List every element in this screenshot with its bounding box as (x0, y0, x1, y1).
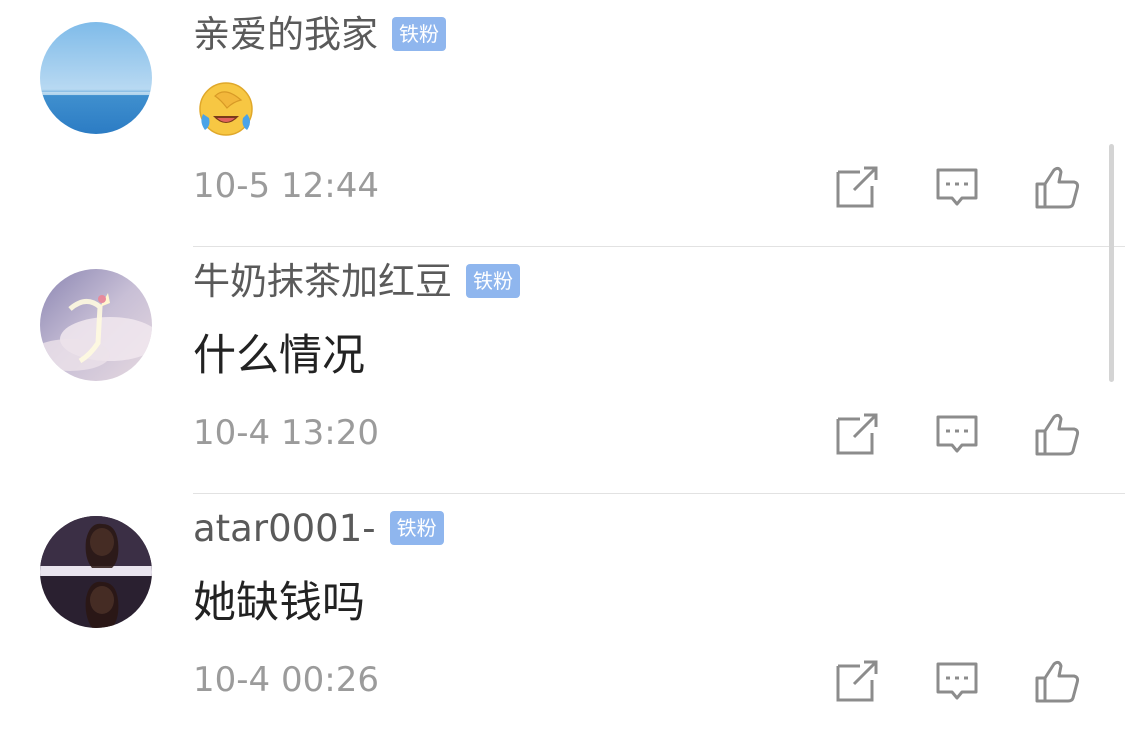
username[interactable]: 牛奶抹茶加红豆 (193, 263, 452, 300)
timestamp: 10-4 13:20 (193, 413, 379, 453)
comment-icon[interactable] (934, 411, 980, 457)
fan-badge[interactable]: 铁粉 (466, 264, 520, 298)
timestamp: 10-4 00:26 (193, 660, 379, 700)
user-avatar[interactable] (40, 269, 152, 381)
name-row: atar0001- 铁粉 (193, 500, 444, 556)
fan-badge[interactable]: 铁粉 (392, 17, 446, 51)
name-row: 亲爱的我家 铁粉 (193, 6, 446, 62)
comment-item: atar0001- 铁粉 她缺钱吗 10-4 00:26 (0, 494, 1125, 741)
thumbs-up-icon[interactable] (1034, 411, 1080, 457)
user-avatar[interactable] (40, 516, 152, 628)
comment-text: 什么情况 (193, 331, 365, 381)
comment-icon[interactable] (934, 164, 980, 210)
comment-icon[interactable] (934, 658, 980, 704)
username[interactable]: atar0001- (193, 510, 376, 547)
laughing-crying-emoji (197, 80, 255, 138)
username[interactable]: 亲爱的我家 (193, 16, 378, 53)
edit-share-icon[interactable] (834, 658, 880, 704)
comment-text: 她缺钱吗 (193, 578, 365, 628)
edit-share-icon[interactable] (834, 411, 880, 457)
edit-share-icon[interactable] (834, 164, 880, 210)
thumbs-up-icon[interactable] (1034, 658, 1080, 704)
user-avatar[interactable] (40, 22, 152, 134)
scrollbar[interactable] (1109, 144, 1114, 382)
name-row: 牛奶抹茶加红豆 铁粉 (193, 253, 520, 309)
comment-item: 牛奶抹茶加红豆 铁粉 什么情况 10-4 13:20 (0, 247, 1125, 494)
thumbs-up-icon[interactable] (1034, 164, 1080, 210)
fan-badge[interactable]: 铁粉 (389, 511, 444, 545)
timestamp: 10-5 12:44 (193, 166, 379, 206)
comment-item: 亲爱的我家 铁粉 10-5 12:44 (0, 0, 1125, 247)
